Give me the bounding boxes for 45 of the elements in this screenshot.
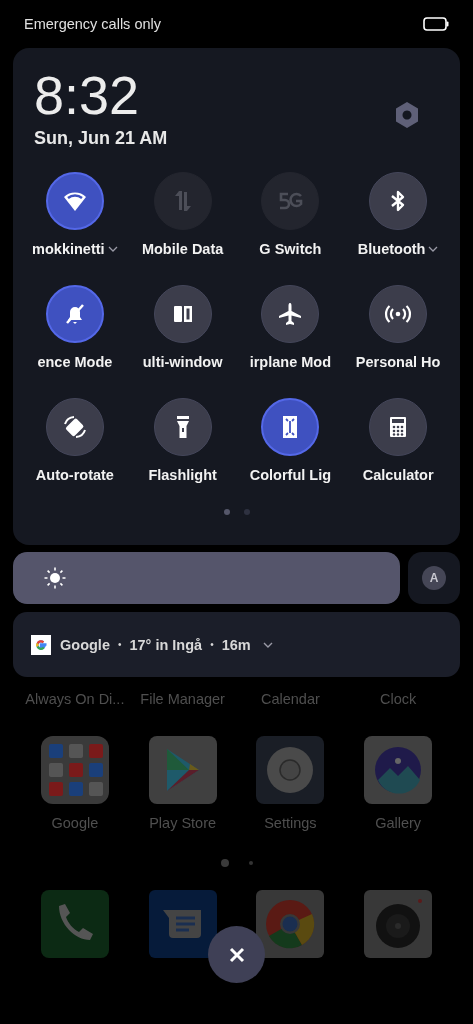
toggle-tile[interactable] <box>45 172 104 230</box>
app-label: Settings <box>264 815 317 831</box>
tile-label: Personal Ho <box>355 354 441 370</box>
app-label: Clock <box>380 691 417 707</box>
notification-app: Google <box>60 636 110 653</box>
app-label: Calendar <box>260 691 320 707</box>
tile-label: irplane Mod <box>249 354 332 370</box>
app-label: Gallery <box>375 815 422 831</box>
tile-label: Calculator <box>362 467 434 483</box>
phone-icon[interactable] <box>40 890 109 958</box>
caret-icon[interactable] <box>428 246 439 252</box>
notification-time: 16m <box>221 636 251 653</box>
tile-label: Flashlight <box>148 467 217 483</box>
expand-icon[interactable] <box>262 641 273 648</box>
notification-card[interactable]: Google • 17° in Ingå • 16m <box>13 612 460 677</box>
date-text: Sun, Jun 21 AM <box>34 128 168 149</box>
tile-label: mokkinetti <box>32 241 105 257</box>
brightness-icon <box>44 567 66 589</box>
app-logo-icon <box>31 634 51 655</box>
play-store-icon[interactable] <box>148 736 217 804</box>
separator-dot: • <box>210 639 214 650</box>
tile-label: Colorful Lig <box>249 467 332 483</box>
tile-label: Mobile Data <box>141 241 224 257</box>
carrier-text: Emergency calls only <box>24 16 161 32</box>
toggle-tile[interactable] <box>45 285 104 343</box>
app-label: Google <box>51 815 99 831</box>
caret-icon[interactable] <box>107 246 118 252</box>
clock-time: 8:32 <box>34 66 141 124</box>
tile-label: ence Mode <box>37 354 113 370</box>
tile-label: G Switch <box>259 241 322 257</box>
close-icon <box>228 946 245 963</box>
separator-dot: • <box>117 639 122 650</box>
app-folder-icon[interactable] <box>40 736 109 804</box>
tile-label: Bluetooth <box>357 241 426 257</box>
app-label: File Manager <box>140 691 225 707</box>
auto-brightness-button[interactable]: A <box>422 566 446 590</box>
toggle-tile[interactable] <box>261 398 320 456</box>
app-label: Always On Di... <box>25 691 125 707</box>
tile-label: Auto-rotate <box>35 467 114 483</box>
app-label: Play Store <box>149 815 217 831</box>
tile-label: ulti-window <box>142 354 223 370</box>
close-button[interactable] <box>208 926 265 983</box>
notification-text: 17° in Ingå <box>129 636 203 653</box>
brightness-slider[interactable] <box>13 552 400 604</box>
battery-icon <box>423 17 449 31</box>
